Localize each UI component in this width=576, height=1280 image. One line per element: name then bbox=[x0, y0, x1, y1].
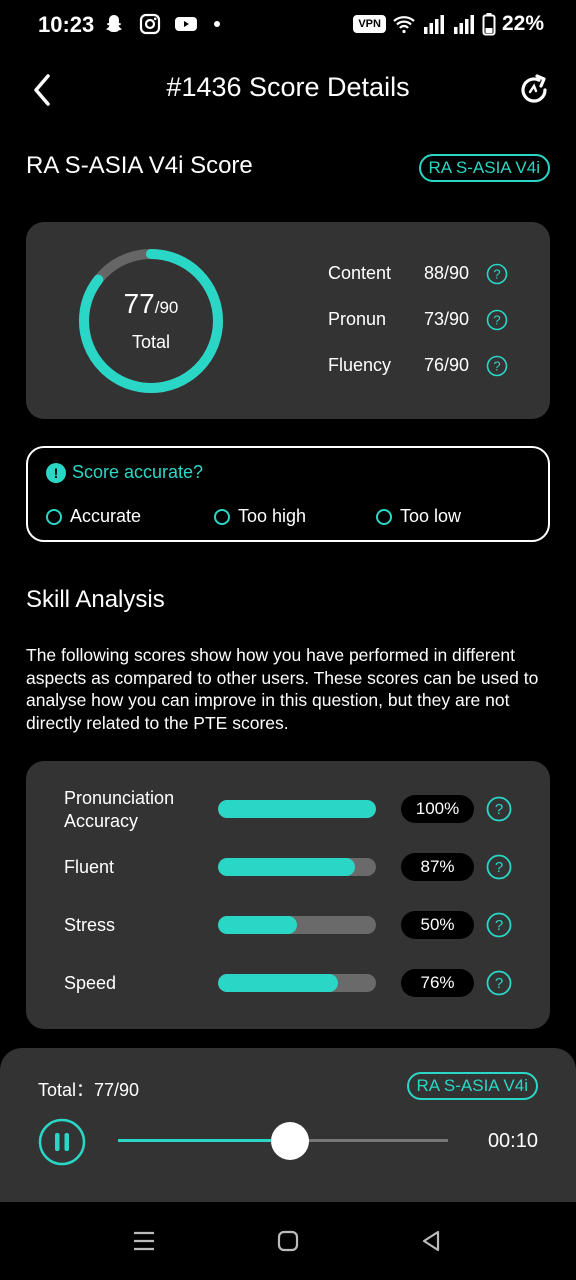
skill-analysis-title: Skill Analysis bbox=[26, 586, 165, 613]
metric-fluency: Fluency 76/90 ? bbox=[328, 352, 528, 382]
playback-slider-thumb[interactable] bbox=[270, 1122, 309, 1160]
skill-label: Speed bbox=[64, 973, 117, 993]
option-accurate[interactable]: Accurate bbox=[46, 506, 141, 527]
svg-text:?: ? bbox=[495, 801, 503, 818]
audio-player: Total：77/90 RA S-ASIA V4i 00:10 bbox=[0, 1048, 576, 1202]
svg-text:?: ? bbox=[493, 313, 500, 328]
skill-bar-fill bbox=[218, 800, 376, 818]
skill-card: Pronunciation Accuracy 100% ? Fluent 87%… bbox=[26, 761, 550, 1029]
radio-icon[interactable] bbox=[376, 508, 392, 525]
option-too-high[interactable]: Too high bbox=[214, 506, 306, 527]
help-icon[interactable]: ? bbox=[486, 912, 512, 938]
help-icon[interactable]: ? bbox=[486, 970, 512, 996]
playback-time: 00:10 bbox=[487, 1130, 538, 1152]
notification-icons bbox=[102, 12, 220, 36]
back-icon[interactable] bbox=[418, 1228, 444, 1254]
svg-text:?: ? bbox=[495, 975, 503, 992]
battery-percent: 22% bbox=[501, 12, 544, 35]
signal-icon bbox=[423, 15, 444, 34]
page-title: #1436 Score Details bbox=[166, 72, 410, 102]
help-icon[interactable]: ? bbox=[486, 263, 508, 285]
score-section-title: RA S-ASIA V4i Score bbox=[26, 152, 253, 179]
metric-value: 88/90 bbox=[424, 263, 470, 283]
instagram-icon bbox=[139, 13, 161, 35]
total-score-label: Total bbox=[131, 332, 171, 352]
skill-percent: 76% bbox=[401, 969, 474, 997]
skill-row-pronunciation: Pronunciation Accuracy 100% ? bbox=[26, 787, 550, 837]
option-label: Too high bbox=[238, 506, 307, 526]
skill-label: Pronunciation Accuracy bbox=[64, 788, 175, 831]
skill-percent: 50% bbox=[401, 911, 474, 939]
skill-bar bbox=[218, 974, 376, 992]
metric-name: Pronun bbox=[328, 309, 387, 329]
metric-content: Content 88/90 ? bbox=[328, 260, 528, 290]
metric-name: Fluency bbox=[328, 355, 392, 375]
skill-row-fluent: Fluent 87% ? bbox=[26, 845, 550, 895]
skill-label: Stress bbox=[64, 915, 116, 935]
system-nav-bar bbox=[0, 1202, 576, 1280]
playback-progress bbox=[118, 1139, 290, 1142]
score-card: 77/90 Total Content 88/90 ? Pronun 73/90… bbox=[26, 222, 550, 419]
option-too-low[interactable]: Too low bbox=[376, 506, 461, 527]
player-total-score: Total：77/90 bbox=[38, 1080, 140, 1100]
question-type-tag: RA S-ASIA V4i bbox=[406, 1072, 538, 1100]
battery-icon bbox=[482, 13, 496, 36]
total-score-number: 77 bbox=[123, 288, 155, 319]
metric-value: 73/90 bbox=[424, 309, 470, 329]
skill-bar-fill bbox=[218, 858, 356, 876]
option-label: Too low bbox=[400, 506, 462, 526]
app-header: #1436 Score Details bbox=[0, 60, 576, 120]
skill-percent: 100% bbox=[401, 795, 474, 823]
skill-bar bbox=[218, 858, 376, 876]
help-icon[interactable]: ? bbox=[486, 796, 512, 822]
help-icon[interactable]: ? bbox=[486, 309, 508, 331]
status-time: 10:23 bbox=[38, 12, 95, 37]
status-bar: 10:23 VPN 22% bbox=[0, 0, 576, 52]
metric-name: Content bbox=[328, 263, 392, 283]
skill-bar-fill bbox=[218, 916, 297, 934]
total-score-max: /90 bbox=[154, 298, 179, 317]
skill-percent: 87% bbox=[401, 853, 474, 881]
wifi-icon bbox=[393, 16, 415, 34]
svg-text:?: ? bbox=[495, 917, 503, 934]
dot-icon bbox=[214, 21, 220, 27]
metric-value: 76/90 bbox=[424, 355, 470, 375]
skill-row-speed: Speed 76% ? bbox=[26, 961, 550, 1011]
total-score-value: 77/90 bbox=[76, 288, 226, 320]
svg-text:?: ? bbox=[493, 267, 500, 282]
skill-row-stress: Stress 50% ? bbox=[26, 903, 550, 953]
metric-pronun: Pronun 73/90 ? bbox=[328, 306, 528, 336]
total-score-ring bbox=[79, 249, 223, 393]
exclamation-icon: ! bbox=[46, 463, 66, 483]
question-type-tag: RA S-ASIA V4i bbox=[418, 154, 550, 182]
skill-analysis-description: The following scores show how you have p… bbox=[26, 645, 539, 733]
option-label: Accurate bbox=[70, 506, 142, 526]
radio-icon[interactable] bbox=[214, 508, 230, 525]
system-icons: VPN 22% bbox=[353, 12, 544, 36]
home-icon[interactable] bbox=[275, 1228, 301, 1254]
skill-label: Fluent bbox=[64, 857, 115, 877]
svg-text:?: ? bbox=[495, 859, 503, 876]
radio-icon[interactable] bbox=[46, 508, 62, 525]
pause-icon[interactable] bbox=[38, 1118, 86, 1166]
help-icon[interactable]: ? bbox=[486, 854, 512, 880]
help-icon[interactable]: ? bbox=[486, 355, 508, 377]
youtube-icon bbox=[175, 17, 197, 31]
skill-bar-fill bbox=[218, 974, 339, 992]
feedback-question: Score accurate? bbox=[72, 462, 204, 482]
skill-bar bbox=[218, 916, 376, 934]
refresh-icon[interactable] bbox=[514, 70, 554, 110]
score-accuracy-feedback: ! Score accurate? Accurate Too high Too … bbox=[26, 446, 550, 542]
svg-text:?: ? bbox=[493, 359, 500, 374]
signal-icon bbox=[453, 15, 474, 34]
snapchat-icon bbox=[106, 15, 122, 32]
menu-icon[interactable] bbox=[131, 1228, 157, 1254]
vpn-badge: VPN bbox=[353, 15, 386, 33]
skill-bar bbox=[218, 800, 376, 818]
